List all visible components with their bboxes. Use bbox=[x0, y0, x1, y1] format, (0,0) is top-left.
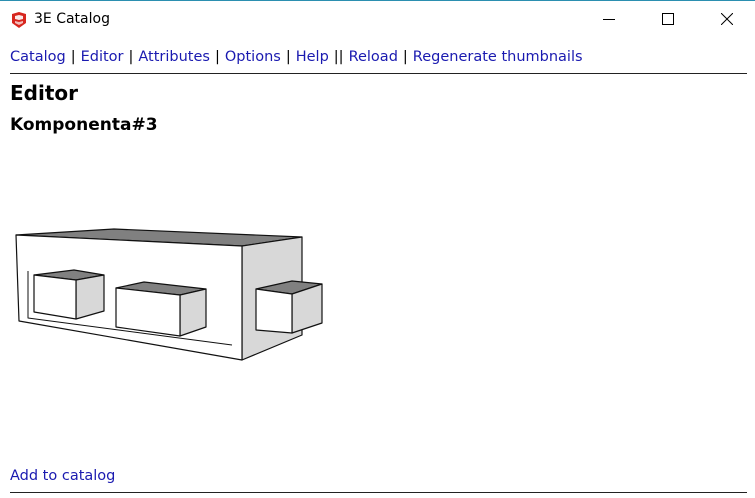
close-icon bbox=[721, 13, 733, 25]
menu-separator: | bbox=[214, 49, 220, 65]
menu-link-catalog[interactable]: Catalog bbox=[10, 49, 66, 65]
component-thumbnail bbox=[15, 228, 323, 361]
maximize-button[interactable] bbox=[645, 1, 691, 37]
window-title: 3E Catalog bbox=[34, 11, 110, 27]
menu-separator: | bbox=[285, 49, 291, 65]
add-to-catalog-link[interactable]: Add to catalog bbox=[10, 468, 115, 484]
minimize-icon bbox=[603, 19, 615, 20]
left-block-front bbox=[33, 274, 77, 320]
sketchup-logo-icon bbox=[12, 12, 26, 28]
page-title: Editor bbox=[10, 81, 78, 105]
middle-block-right bbox=[179, 288, 207, 337]
minimize-button[interactable] bbox=[586, 1, 632, 37]
menu-link-options[interactable]: Options bbox=[225, 49, 281, 65]
menu-link-regenerate-thumbnails[interactable]: Regenerate thumbnails bbox=[413, 49, 583, 65]
footer-divider bbox=[10, 492, 747, 493]
title-bar[interactable]: 3E Catalog bbox=[0, 1, 755, 37]
header-divider bbox=[10, 73, 747, 74]
menu-separator: | bbox=[402, 49, 408, 65]
maximize-icon bbox=[662, 13, 674, 25]
nav-menu: Catalog | Editor | Attributes | Options | Help ||… bbox=[10, 49, 583, 65]
menu-separator: | bbox=[70, 49, 76, 65]
menu-double-separator: || bbox=[333, 49, 344, 65]
left-block-right bbox=[75, 274, 105, 320]
close-button[interactable] bbox=[704, 1, 750, 37]
menu-separator: | bbox=[128, 49, 134, 65]
app-window: 3E Catalog Catalog | Editor | Attributes | Opt… bbox=[0, 0, 755, 498]
component-name: Komponenta#3 bbox=[10, 115, 158, 135]
menu-link-reload[interactable]: Reload bbox=[349, 49, 398, 65]
menu-link-attributes[interactable]: Attributes bbox=[138, 49, 210, 65]
side-block-front bbox=[255, 288, 293, 334]
menu-link-editor[interactable]: Editor bbox=[81, 49, 124, 65]
middle-block-front bbox=[115, 287, 181, 337]
menu-link-help[interactable]: Help bbox=[296, 49, 329, 65]
